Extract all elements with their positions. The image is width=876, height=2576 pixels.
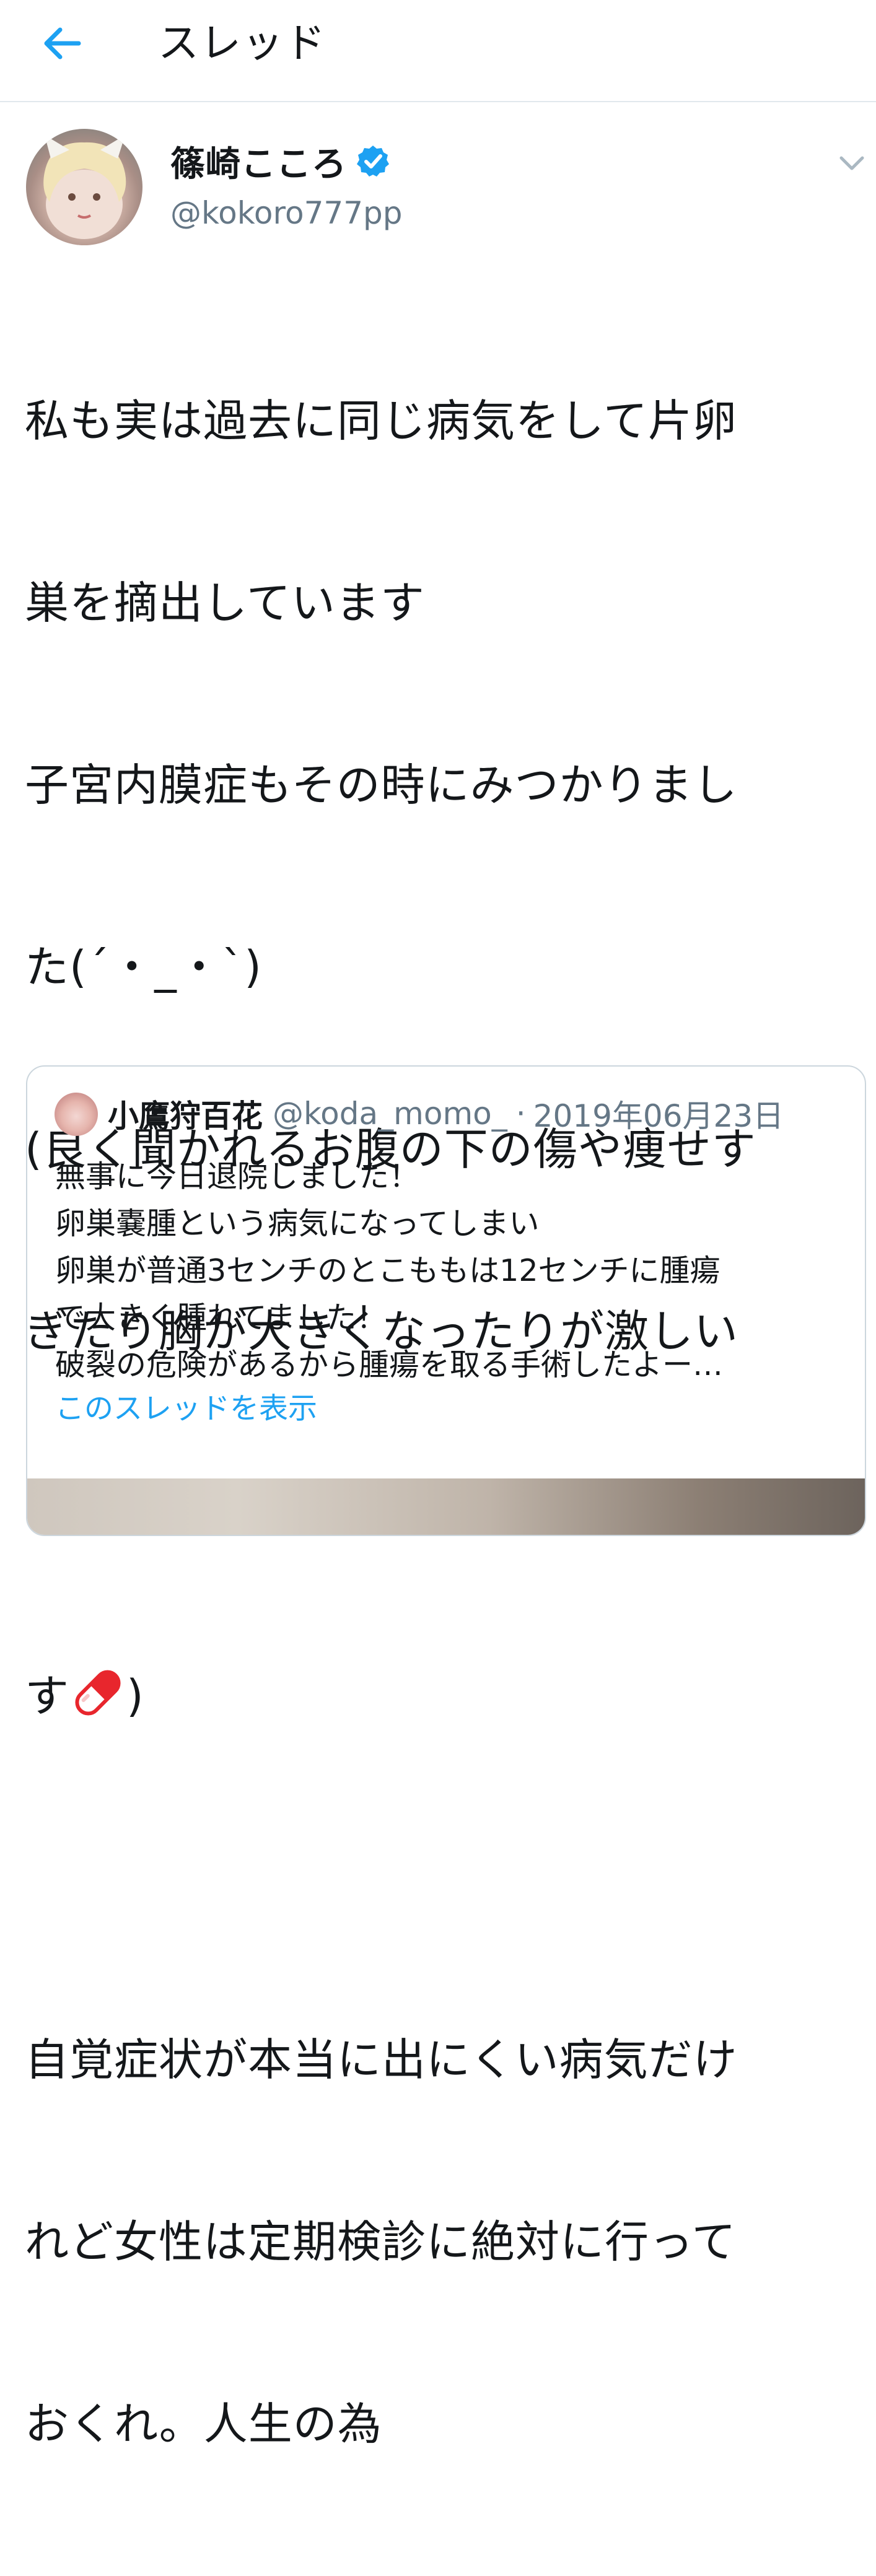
tweet-line: 私も実は過去に同じ病気をして片卵: [25, 395, 737, 447]
pill-icon: [75, 1670, 121, 1716]
quote-separator: ·: [515, 1096, 526, 1132]
app-header: スレッド: [0, 0, 876, 102]
display-name[interactable]: 篠崎こころ: [170, 136, 347, 186]
tweet-line: た(´・_・`): [25, 941, 262, 993]
quote-handle: @koda_momo_: [273, 1096, 507, 1132]
chevron-down-icon[interactable]: [838, 152, 866, 174]
tweet-line-start: す: [25, 1670, 70, 1722]
quote-display-name: 小鷹狩百花: [108, 1098, 263, 1134]
quote-text: 無事に今日退院しました！ 卵巣嚢腫という病気になってしまい 卵巣が普通3センチの…: [55, 1153, 848, 1389]
author-handle[interactable]: @kokoro777pp: [170, 195, 403, 231]
quote-date: 2019年06月23日: [533, 1098, 784, 1134]
tweet-line-with-emoji: す ): [25, 1666, 861, 1726]
quote-line: 破裂の危険があるから腫瘍を取る手術したよー…: [55, 1347, 724, 1382]
tweet-line: 自覚症状が本当に出にくい病気だけ: [25, 2034, 738, 2085]
quote-line: 卵巣が普通3センチのとこももは12センチに腫瘍: [55, 1253, 721, 1288]
quote-media-image[interactable]: [27, 1478, 865, 1535]
tweet-line: 子宮内膜症もその時にみつかりまし: [25, 759, 738, 811]
tweet-line: [25, 1848, 861, 1908]
quoted-tweet[interactable]: 小鷹狩百花 @koda_momo_ · 2019年06月23日 無事に今日退院し…: [26, 1065, 866, 1536]
quote-line: で大きく腫れてました！: [55, 1300, 387, 1335]
quote-avatar[interactable]: [55, 1093, 98, 1136]
author-row: 篠崎こころ: [170, 136, 390, 186]
tweet-line: 巣を摘出しています: [25, 577, 425, 629]
quote-line: 無事に今日退院しました！: [55, 1159, 420, 1194]
quote-header: 小鷹狩百花 @koda_momo_ · 2019年06月23日: [108, 1091, 784, 1136]
quote-line: 卵巣嚢腫という病気になってしまい: [55, 1206, 540, 1241]
tweet-line: おくれ。人生の為: [25, 2398, 382, 2450]
tweet-line-end: ): [126, 1670, 144, 1722]
verified-badge-icon: [357, 146, 389, 177]
tweet-line: れど女性は定期検診に絶対に行って: [25, 2216, 737, 2268]
show-thread-link[interactable]: このスレッドを表示: [55, 1386, 317, 1433]
tweet: 篠崎こころ @kokoro777pp 私も実は過去に同じ病気をして片卵 巣を摘出…: [0, 102, 876, 2450]
arrow-left-icon[interactable]: [37, 19, 87, 68]
avatar[interactable]: [26, 129, 142, 245]
page-title: スレッド: [158, 19, 326, 67]
